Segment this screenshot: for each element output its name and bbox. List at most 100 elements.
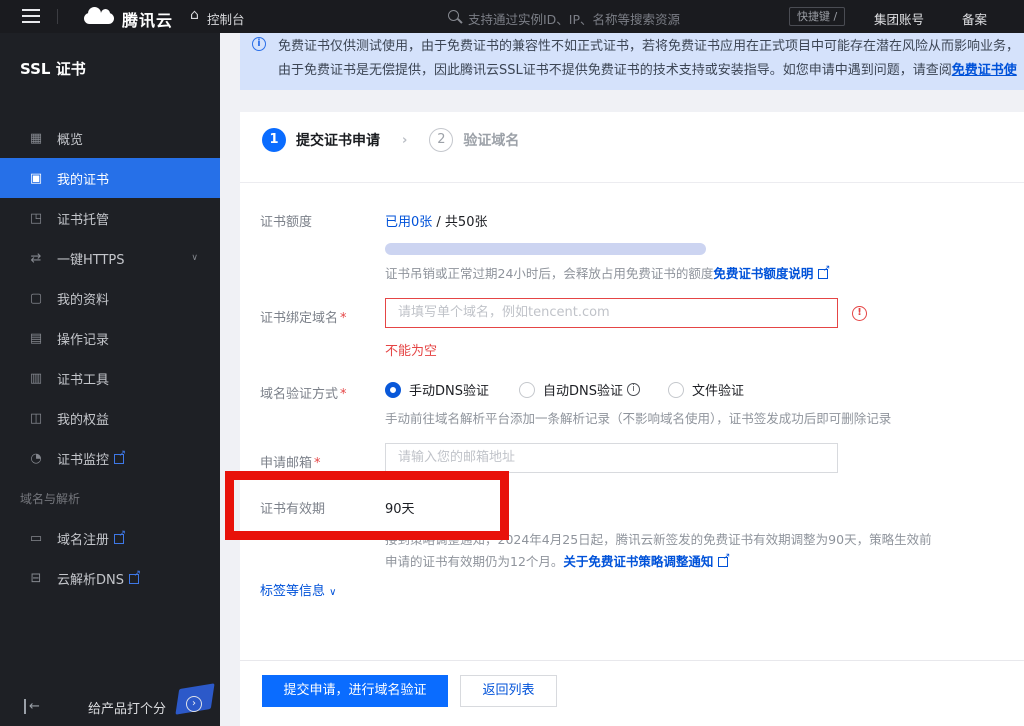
group-account-link[interactable]: 集团账号 — [874, 9, 924, 28]
home-icon: ⌂ — [190, 7, 199, 23]
radio-file-verify[interactable] — [668, 381, 684, 398]
step1-circle: 1 — [262, 128, 286, 152]
rate-arrow-icon[interactable]: › — [186, 696, 202, 712]
email-label: 申请邮箱 * — [260, 452, 321, 471]
domain-label: 证书绑定域名 * — [260, 307, 347, 326]
email-input[interactable]: 请输入您的邮箱地址 — [385, 443, 838, 473]
sidebar-footer: ← 给产品打个分 › — [0, 683, 220, 726]
sidebar-nav: ▦ 概览 ▣ 我的证书 ◳ 证书托管 ⇄ 一键HTTPS ∨ ▢ 我的资料 ▤ — [0, 118, 220, 598]
sidebar-item-my-certificates[interactable]: ▣ 我的证书 — [0, 158, 220, 198]
back-to-list-button[interactable]: 返回列表 — [460, 675, 557, 707]
stepper: 1 提交证书申请 › 2 验证域名 — [262, 128, 519, 152]
console-link[interactable]: 控制台 — [207, 9, 245, 28]
divider — [240, 182, 1024, 183]
browser-icon: ▭ — [29, 530, 43, 546]
sidebar-item-cert-tools[interactable]: ▥ 证书工具 — [0, 358, 220, 398]
quota-progress-bar — [385, 243, 706, 255]
policy-notice-link[interactable]: 关于免费证书策略调整通知 — [563, 554, 713, 569]
sidebar: SSL 证书 ▦ 概览 ▣ 我的证书 ◳ 证书托管 ⇄ 一键HTTPS ∨ ▢ … — [0, 33, 220, 726]
domain-error-text: 不能为空 — [385, 344, 438, 359]
divider — [240, 660, 1024, 661]
external-link-icon — [129, 570, 141, 584]
search-input[interactable]: 支持通过实例ID、IP、名称等搜索资源 — [468, 9, 680, 28]
sidebar-item-one-click-https[interactable]: ⇄ 一键HTTPS ∨ — [0, 238, 220, 278]
sidebar-item-dns[interactable]: ⊟ 云解析DNS — [0, 558, 220, 598]
step2-label: 验证域名 — [463, 133, 520, 149]
apply-cert-card: 1 提交证书申请 › 2 验证域名 证书额度 已用0张 / 共50张 证书吊销或… — [240, 112, 1024, 726]
folder-icon: ▢ — [29, 290, 43, 306]
notice-line1: 免费证书仅供测试使用，由于免费证书的兼容性不如正式证书，若将免费证书应用在正式项… — [278, 39, 1020, 54]
notice-line2-text: 由于免费证书是无偿提供，因此腾讯云SSL证书不提供免费证书的技术支持或安装指导。… — [278, 63, 952, 78]
step-separator-icon: › — [402, 132, 408, 148]
info-icon[interactable]: i — [627, 383, 640, 396]
sidebar-section-domains: 域名与解析 — [20, 491, 81, 506]
radio-manual-dns[interactable] — [385, 381, 401, 398]
sidebar-item-cert-monitor[interactable]: ◔ 证书监控 — [0, 438, 220, 478]
external-link-icon — [114, 450, 126, 464]
quota-value: 已用0张 / 共50张 — [385, 211, 487, 230]
tags-expand-link[interactable]: 标签等信息 ∨ — [260, 580, 336, 599]
tools-icon: ▥ — [29, 370, 43, 386]
verify-label: 域名验证方式 * — [260, 383, 347, 402]
shortcut-badge: 快捷键 / — [789, 7, 846, 26]
email-label-text: 申请邮箱 — [260, 456, 313, 471]
sidebar-item-label: 我的证书 — [57, 172, 110, 188]
error-icon: ! — [852, 306, 867, 321]
required-asterisk: * — [340, 311, 347, 326]
sidebar-item-my-profile[interactable]: ▢ 我的资料 — [0, 278, 220, 318]
step2-circle: 2 — [429, 128, 454, 152]
radio-manual-dns-label[interactable]: 手动DNS验证 — [409, 380, 489, 399]
sidebar-item-label: 证书监控 — [57, 452, 110, 468]
hamburger-menu-icon[interactable] — [22, 9, 40, 23]
topbar-divider — [57, 9, 58, 24]
sidebar-item-overview[interactable]: ▦ 概览 — [0, 118, 220, 158]
radio-file-verify-label[interactable]: 文件验证 — [692, 380, 744, 399]
sidebar-item-label: 我的资料 — [57, 292, 110, 308]
external-link-icon — [818, 265, 830, 279]
quota-help: 证书吊销或正常过期24小时后，会释放占用免费证书的额度免费证书额度说明 — [385, 263, 830, 282]
verify-label-text: 域名验证方式 — [260, 387, 339, 402]
chevron-down-icon: ∨ — [191, 253, 198, 263]
policy-line2-text: 申请的证书有效期仍为12个月。 — [385, 554, 564, 569]
annotation-red-box — [225, 471, 509, 540]
hosting-icon: ◳ — [29, 210, 43, 226]
search-icon — [448, 10, 459, 21]
radio-auto-dns-label[interactable]: 自动DNS验证 — [543, 380, 623, 399]
quota-help-text: 证书吊销或正常过期24小时后，会释放占用免费证书的额度 — [385, 266, 714, 281]
free-cert-help-link[interactable]: 免费证书使 — [952, 63, 1017, 78]
sidebar-item-operation-log[interactable]: ▤ 操作记录 — [0, 318, 220, 358]
domain-label-text: 证书绑定域名 — [260, 311, 339, 326]
radio-auto-dns[interactable] — [519, 381, 535, 398]
sidebar-item-label: 证书工具 — [57, 372, 110, 388]
sidebar-item-my-benefits[interactable]: ◫ 我的权益 — [0, 398, 220, 438]
beian-link[interactable]: 备案 — [962, 9, 987, 28]
rate-product-link[interactable]: 给产品打个分 — [88, 698, 166, 717]
sidebar-item-cert-hosting[interactable]: ◳ 证书托管 — [0, 198, 220, 238]
submit-button[interactable]: 提交申请，进行域名验证 — [262, 675, 448, 707]
brand-name[interactable]: 腾讯云 — [122, 7, 173, 31]
sidebar-item-label: 操作记录 — [57, 332, 110, 348]
step1-label: 提交证书申请 — [296, 133, 380, 149]
gauge-icon: ◔ — [30, 450, 42, 466]
quota-used: 已用0张 — [385, 215, 433, 230]
tencent-cloud-logo-icon[interactable] — [84, 7, 114, 24]
sidebar-item-domain-registration[interactable]: ▭ 域名注册 — [0, 518, 220, 558]
quota-total: / 共50张 — [432, 215, 488, 230]
external-link-icon — [718, 553, 730, 567]
document-icon: ▤ — [29, 330, 43, 346]
sidebar-item-label: 一键HTTPS — [57, 252, 125, 268]
sidebar-item-label: 域名注册 — [57, 532, 110, 548]
domain-input[interactable]: 请填写单个域名，例如tencent.com — [385, 298, 838, 328]
required-asterisk: * — [314, 456, 321, 471]
sidebar-item-label: 云解析DNS — [57, 572, 124, 588]
benefits-icon: ◫ — [29, 410, 43, 426]
sidebar-item-label: 概览 — [57, 132, 84, 148]
certificate-icon: ▣ — [29, 170, 43, 186]
topbar: 腾讯云 ⌂ 控制台 支持通过实例ID、IP、名称等搜索资源 快捷键 / 集团账号… — [0, 0, 1024, 33]
verify-help: 手动前往域名解析平台添加一条解析记录（不影响域名使用），证书签发成功后即可删除记… — [385, 411, 892, 426]
collapse-sidebar-icon[interactable]: ← — [24, 699, 40, 714]
tags-link-text: 标签等信息 — [260, 584, 326, 599]
quota-help-link[interactable]: 免费证书额度说明 — [713, 266, 813, 281]
grid-icon: ▦ — [29, 130, 43, 146]
info-icon: i — [252, 37, 266, 51]
